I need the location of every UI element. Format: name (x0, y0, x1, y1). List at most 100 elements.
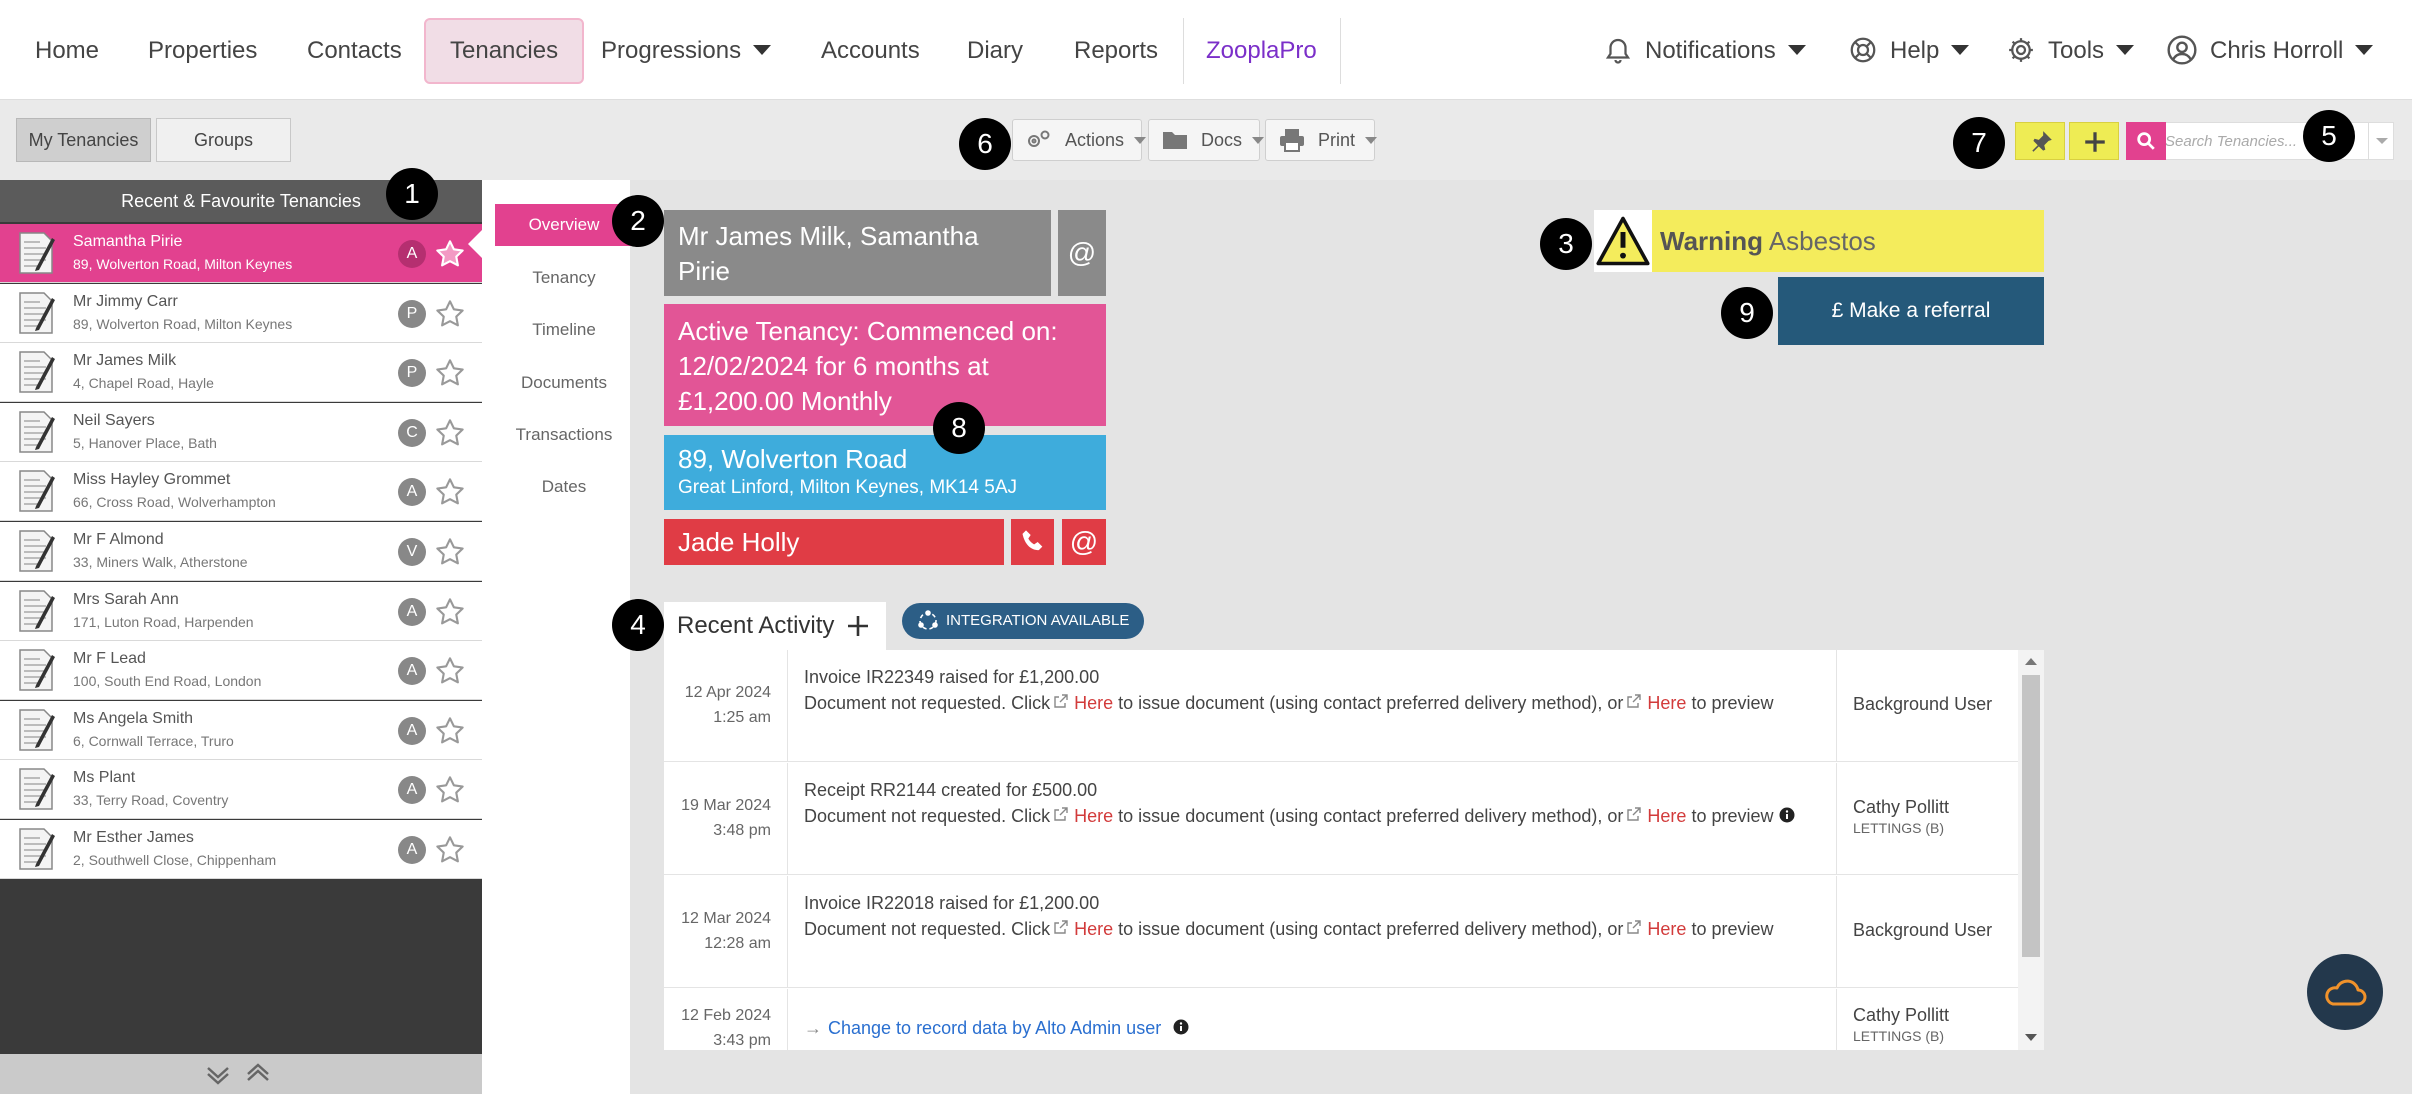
external-link-icon (1054, 920, 1068, 934)
activity-row: 12 Mar 2024 12:28 am Invoice IR22018 rais… (664, 876, 2018, 988)
nav-help[interactable]: Help (1848, 18, 1970, 84)
groups-tab[interactable]: Groups (156, 118, 291, 162)
print-button[interactable]: Print (1265, 119, 1378, 161)
tenancy-list-item[interactable]: Mr James Milk 4, Chapel Road, Hayle P (0, 343, 482, 403)
tenancy-list-item[interactable]: Neil Sayers 5, Hanover Place, Bath C (0, 402, 482, 462)
star-icon[interactable] (434, 357, 466, 389)
activity-date-time: 3:43 pm (713, 1032, 771, 1049)
search-dropdown[interactable] (2368, 122, 2394, 160)
add-button[interactable] (2069, 122, 2119, 160)
bell-icon (1603, 35, 1633, 65)
external-link-icon (1627, 807, 1642, 821)
nav-reports[interactable]: Reports (1074, 18, 1158, 84)
star-icon[interactable] (434, 834, 466, 866)
scroll-down-icon[interactable] (2025, 1034, 2037, 1041)
subnav-dates[interactable]: Dates (495, 466, 633, 508)
actions-button[interactable]: Actions (1012, 119, 1147, 161)
star-icon[interactable] (434, 655, 466, 687)
make-referral-button[interactable]: £ Make a referral (1778, 277, 2044, 345)
cloud-button[interactable] (2307, 954, 2383, 1030)
record-change-link[interactable]: Change to record data by Alto Admin user (828, 1018, 1161, 1038)
star-icon[interactable] (434, 476, 466, 508)
star-icon[interactable] (434, 715, 466, 747)
scroll-up-icon[interactable] (2025, 658, 2037, 665)
docs-button[interactable]: Docs (1148, 119, 1265, 161)
my-tenancies-tab[interactable]: My Tenancies (16, 118, 151, 162)
tenancy-list-item[interactable]: Ms Angela Smith 6, Cornwall Terrace, Trur… (0, 700, 482, 760)
tenants-card[interactable]: Mr James Milk, Samantha Pirie (664, 210, 1051, 296)
callout-badge-7: 7 (1953, 117, 2005, 169)
tenancy-address: 2, Southwell Close, Chippenham (73, 852, 277, 868)
scrollbar-thumb[interactable] (2022, 675, 2040, 957)
tenant-email-button[interactable]: @ (1058, 210, 1106, 296)
tenancy-name: Neil Sayers (73, 411, 155, 429)
nav-accounts[interactable]: Accounts (821, 18, 920, 84)
tenancy-name: Miss Hayley Grommet (73, 471, 231, 489)
tenancy-list-item[interactable]: Mrs Sarah Ann 171, Luton Road, Harpenden A (0, 581, 482, 641)
tenancy-list-item[interactable]: Mr Esther James 2, Southwell Close, Chipp… (0, 820, 482, 879)
activity-headline: Receipt RR2144 created for £500.00 (804, 780, 1098, 800)
star-icon[interactable] (434, 536, 466, 568)
document-icon (16, 707, 58, 753)
nav-zooplapro[interactable]: ZooplaPro (1206, 18, 1317, 84)
tenancy-name: Mr Esther James (73, 829, 194, 846)
tenancy-list-item[interactable]: Miss Hayley Grommet 66, Cross Road, Wolve… (0, 462, 482, 522)
tenancy-list-item[interactable]: Mr Jimmy Carr 89, Wolverton Road, Milton … (0, 283, 482, 343)
info-icon[interactable] (1779, 807, 1795, 823)
search-button[interactable] (2126, 122, 2166, 160)
nav-divider (1183, 18, 1184, 84)
tenancy-list-item[interactable]: Ms Plant 33, Terry Road, Coventry A (0, 760, 482, 820)
tenancy-list-item[interactable]: Mr F Almond 33, Miners Walk, Atherstone V (0, 522, 482, 581)
add-activity-icon[interactable] (846, 614, 870, 638)
nav-tenancies[interactable]: Tenancies (424, 18, 585, 84)
caret-down-icon (1787, 45, 1806, 56)
subnav-documents[interactable]: Documents (495, 362, 633, 404)
integration-available-badge[interactable]: INTEGRATION AVAILABLE (902, 603, 1144, 639)
nav-user-menu[interactable]: Chris Horroll (2166, 18, 2374, 84)
preview-document-link[interactable]: Here (1647, 919, 1686, 939)
negotiator-card[interactable]: Jade Holly (664, 519, 1004, 565)
caret-down-icon (2376, 138, 2388, 144)
recent-activity-tab[interactable]: Recent Activity (664, 602, 886, 650)
star-icon[interactable] (434, 238, 466, 270)
star-icon[interactable] (434, 298, 466, 330)
negotiator-phone-button[interactable] (1011, 519, 1054, 565)
activity-date-day: 12 Apr 2024 (684, 684, 771, 701)
tenancy-list-item[interactable]: Samantha Pirie 89, Wolverton Road, Milton… (0, 224, 482, 283)
activity-user: Cathy Pollitt LETTINGS (B) (1836, 763, 2018, 874)
preview-document-link[interactable]: Here (1647, 806, 1686, 826)
subnav-transactions[interactable]: Transactions (495, 414, 633, 456)
nav-tools[interactable]: Tools (2006, 18, 2135, 84)
preview-document-link[interactable]: Here (1647, 693, 1686, 713)
subnav-timeline[interactable]: Timeline (495, 309, 633, 351)
collapse-expand-icon[interactable] (204, 1062, 274, 1086)
nav-properties[interactable]: Properties (148, 18, 257, 84)
activity-row: 12 Feb 2024 3:43 pm → Change to record dat… (664, 989, 2018, 1050)
recent-activity-list: 12 Apr 2024 1:25 am Invoice IR22349 raise… (664, 650, 2044, 1050)
gear-icon (2006, 35, 2036, 65)
nav-contacts[interactable]: Contacts (307, 18, 402, 84)
activity-date: 12 Apr 2024 1:25 am (664, 650, 788, 761)
star-icon[interactable] (434, 417, 466, 449)
property-address-card[interactable]: 89, Wolverton Road Great Linford, Milton… (664, 435, 1106, 510)
issue-document-link[interactable]: Here (1074, 693, 1113, 713)
nav-notifications[interactable]: Notifications (1603, 18, 1806, 84)
activity-text: Document not requested. Click (804, 919, 1051, 939)
activity-date-day: 12 Mar 2024 (681, 910, 771, 927)
info-icon[interactable] (1173, 1019, 1189, 1035)
tenancy-list-item[interactable]: Mr F Lead 100, South End Road, London A (0, 641, 482, 701)
subnav-tenancy[interactable]: Tenancy (495, 257, 633, 299)
nav-home[interactable]: Home (35, 18, 99, 84)
nav-diary[interactable]: Diary (967, 18, 1023, 84)
negotiator-email-button[interactable]: @ (1062, 519, 1106, 565)
issue-document-link[interactable]: Here (1074, 806, 1113, 826)
star-icon[interactable] (434, 596, 466, 628)
issue-document-link[interactable]: Here (1074, 919, 1113, 939)
pin-button[interactable] (2015, 122, 2065, 160)
document-icon (16, 409, 58, 455)
star-icon[interactable] (434, 774, 466, 806)
tenancy-address: 33, Terry Road, Coventry (73, 792, 229, 809)
nav-progressions[interactable]: Progressions (601, 18, 772, 84)
activity-headline: Invoice IR22349 raised for £1,200.00 (804, 667, 1100, 687)
status-badge: P (398, 299, 426, 328)
